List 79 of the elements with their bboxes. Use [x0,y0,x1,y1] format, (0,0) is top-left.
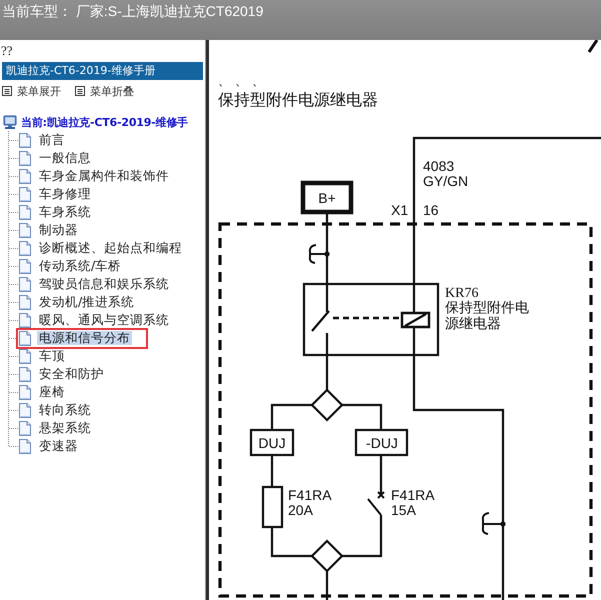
tree-item[interactable]: 车身金属构件和装饰件 [37,169,171,183]
breaker-switch-symbol [367,491,385,516]
tree-item[interactable]: 暖风、通风与空调系统 [37,313,171,327]
tree-item[interactable]: 安全和防护 [37,367,106,381]
tree-item[interactable]: 车顶 [37,349,67,363]
tree-item[interactable]: 变速器 [37,439,80,453]
option-label: DUJ [258,435,286,451]
wire [270,404,312,430]
junction-dot [324,251,330,257]
tree-item[interactable]: 制动器 [37,223,80,237]
mark-glyphs: 、、、 [218,76,269,86]
pin-number: 16 [423,202,439,218]
tree-item[interactable]: 电源和信号分布 [37,331,132,345]
page-icon [19,348,31,364]
menu-icon [75,86,85,96]
tree-item[interactable]: 传动系统/车桥 [37,259,124,273]
tree-item[interactable]: 车身修理 [37,187,93,201]
wire [326,333,328,390]
tree-item[interactable]: 一般信息 [37,151,93,165]
wire [342,515,382,558]
switch-contact [311,310,330,332]
mechanical-link-line [333,316,401,320]
option-box [354,428,408,456]
manual-header: 凯迪拉克-CT6-2019-维修手册 [2,62,203,80]
terminal-box [300,180,354,214]
page-icon [19,294,31,310]
fuse-rating: 20A [288,502,313,518]
junction-dot [500,521,506,527]
relay-name: KR76 [445,286,478,301]
marker-text: ?? [0,42,13,60]
page-icon [19,168,31,184]
page-icon [19,420,31,436]
tree-item[interactable]: 驾驶员信息和娱乐系统 [37,277,171,291]
tree-item[interactable]: 转向系统 [37,403,93,417]
page-icon [19,276,31,292]
page-icon [19,222,31,238]
page-icon [19,240,31,256]
page-icon [19,402,31,418]
tree-item[interactable]: 发动机/推进系统 [37,295,136,309]
wire [326,571,328,600]
page-icon [19,258,31,274]
vehicle-model-title: 当前车型： 厂家:S-上海凯迪拉克CT62019 [2,3,264,19]
menu-button[interactable]: 菜单折叠 [90,84,134,98]
option-box [250,428,294,456]
diagram-title: 保持型附件电源继电器 [218,90,378,110]
wire-color-code: GY/GN [423,173,468,189]
circuit-number: 4083 [423,158,454,174]
fuse-symbol [262,486,284,528]
splice-diamond [310,539,344,573]
tree-item[interactable]: 前言 [37,133,67,147]
fuse-name: F41RA [288,487,332,503]
wire [342,404,382,430]
page-icon [19,132,31,148]
computer-icon [3,115,17,129]
page-icon [19,204,31,220]
page-icon [19,330,31,346]
page-icon [19,150,31,166]
fuse-name: F41RA [391,487,435,503]
coil-symbol [400,312,430,328]
tree-item[interactable]: 座椅 [37,385,67,399]
page-icon [19,312,31,328]
page-icon [19,186,31,202]
option-label: -DUJ [366,435,398,451]
tree-item[interactable]: 车身系统 [37,205,93,219]
tree-item[interactable]: 悬架系统 [37,421,93,435]
page-icon [19,384,31,400]
connector-name: X1 [391,202,408,218]
page-icon [19,366,31,382]
terminal-label: B+ [318,190,336,206]
relay-description: 源继电器 [445,317,501,332]
slash-mark [588,40,598,53]
tree-root-label[interactable]: 当前:凯迪拉克-CT6-2019-维修手 [21,114,188,130]
splice-diamond [310,388,344,422]
wire [380,455,382,495]
menu-button[interactable]: 菜单展开 [17,84,61,98]
relay-description: 保持型附件电 [445,301,529,316]
tree-item[interactable]: 诊断概述、起始点和编程 [37,241,184,255]
fuse-rating: 15A [391,502,416,518]
page-icon [19,438,31,454]
